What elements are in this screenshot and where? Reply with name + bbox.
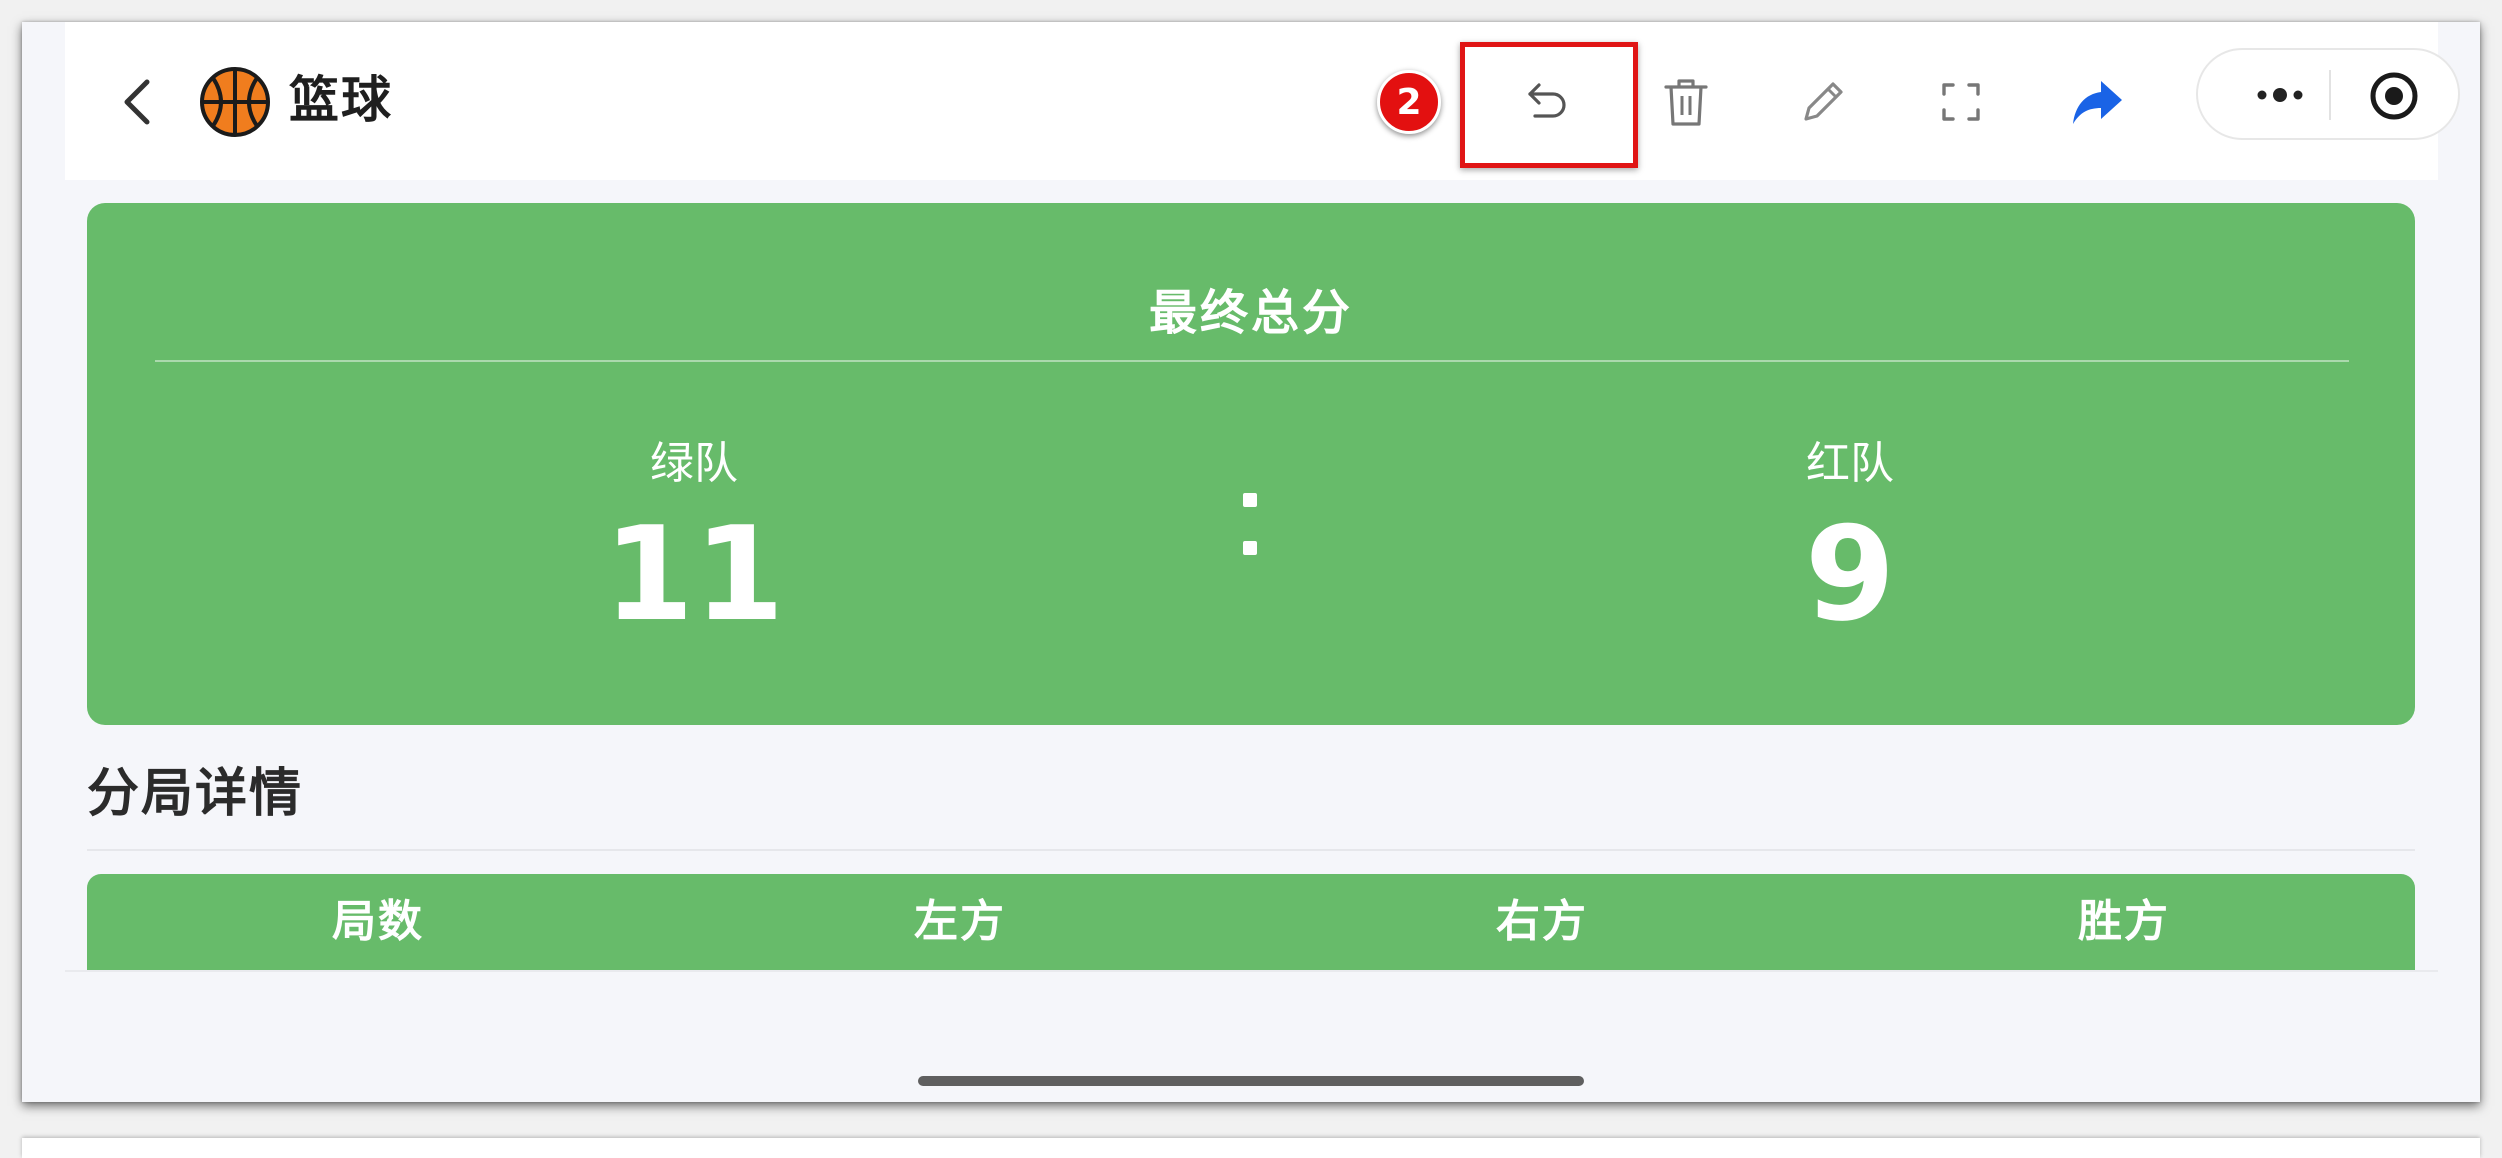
basketball-icon [200,67,270,137]
left-team-name: 绿队 [650,438,738,489]
right-team-name: 红队 [1806,438,1894,489]
score-card-title: 最终总分 [1148,285,1353,341]
column-header-round: 局数 [332,896,424,947]
share-icon[interactable] [2067,72,2127,132]
undo-icon[interactable] [1519,72,1579,132]
mini-program-capsule [2196,48,2460,140]
round-details-title: 分局详情 [87,764,304,824]
score-card-divider [155,360,2349,362]
final-score-card: 最终总分 绿队 11 红队 9 [87,203,2415,725]
target-icon[interactable] [2368,70,2420,122]
left-team-score: 11 [603,498,785,650]
chevron-left-icon[interactable] [115,74,159,130]
page-title: 篮球 [289,71,393,129]
home-indicator[interactable] [918,1076,1584,1086]
more-icon[interactable] [2250,78,2310,112]
phone-screen: 篮球 2 最终总分 绿队 11 红队 9 分局详情 局数 左方 右方 胜方 [22,22,2480,1102]
score-separator [1235,485,1265,575]
pencil-icon[interactable] [1793,72,1853,132]
next-screenshot-edge [22,1138,2480,1158]
trash-icon[interactable] [1656,72,1716,132]
section-divider [87,849,2415,851]
content-bottom-divider [65,970,2438,972]
top-navigation-bar: 篮球 2 [65,22,2460,180]
column-header-right: 右方 [1496,896,1588,947]
column-header-winner: 胜方 [2078,896,2170,947]
rounds-table-header: 局数 左方 右方 胜方 [87,874,2415,970]
right-team-score: 9 [1804,498,1896,650]
fullscreen-icon[interactable] [1931,72,1991,132]
column-header-left: 左方 [914,896,1006,947]
step-number-badge: 2 [1377,70,1441,134]
capsule-divider [2329,70,2331,120]
